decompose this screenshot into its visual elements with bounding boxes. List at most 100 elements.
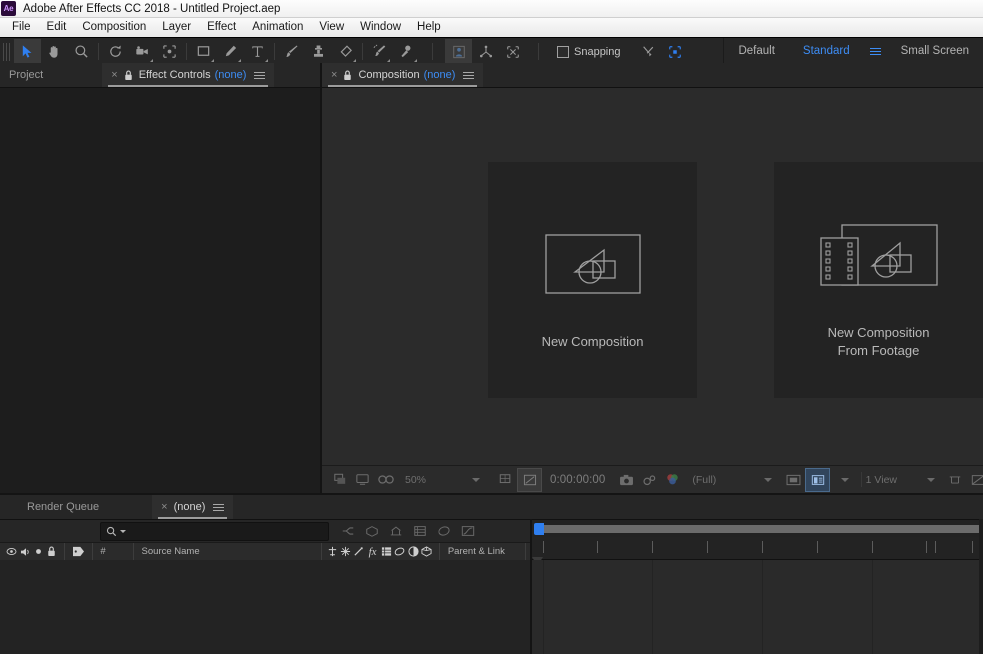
new-composition-from-footage-button[interactable]: New Composition From Footage (774, 162, 983, 398)
panel-menu-icon[interactable] (213, 504, 224, 511)
chevron-down-icon[interactable] (841, 478, 849, 482)
new-composition-button[interactable]: New Composition (488, 162, 697, 398)
shape-tool[interactable] (190, 39, 217, 64)
clone-stamp-tool[interactable] (305, 39, 332, 64)
rotation-tool[interactable] (102, 39, 129, 64)
selection-tool[interactable] (14, 39, 41, 64)
workspace-default[interactable]: Default (724, 38, 788, 65)
menu-composition[interactable]: Composition (74, 18, 154, 37)
adjustment-layer-switch-icon[interactable] (406, 546, 419, 557)
menu-layer[interactable]: Layer (154, 18, 199, 37)
menu-edit[interactable]: Edit (39, 18, 75, 37)
3d-glasses-icon[interactable] (374, 469, 397, 491)
reset-exposure-icon[interactable] (943, 469, 966, 491)
toolbar-separator (538, 43, 539, 60)
panel-menu-icon[interactable] (463, 72, 474, 79)
motion-blur-icon[interactable] (437, 525, 451, 537)
toggle-transparency-grid-icon[interactable] (782, 469, 805, 491)
collapse-transformations-icon[interactable] (339, 546, 352, 557)
tab-timeline-none[interactable]: × (none) (152, 495, 233, 519)
layers-area[interactable] (0, 560, 530, 654)
number-column-header[interactable]: # (96, 543, 128, 560)
pen-tool[interactable] (217, 39, 244, 64)
source-name-column-header[interactable]: Source Name (138, 543, 317, 560)
snapping-scope-icon[interactable] (662, 39, 689, 64)
timeline-horizontal-scrollbar[interactable] (534, 523, 983, 534)
menu-animation[interactable]: Animation (244, 18, 311, 37)
always-preview-this-view-icon[interactable] (328, 469, 351, 491)
region-of-interest-icon[interactable] (494, 469, 517, 491)
chevron-down-icon (150, 59, 153, 62)
motion-blur-switch-icon[interactable] (393, 546, 406, 557)
orbit-camera-tool[interactable] (129, 39, 156, 64)
timeline-graph-area[interactable] (532, 560, 983, 654)
brush-tool[interactable] (278, 39, 305, 64)
view-axis-mode-icon[interactable] (499, 39, 526, 64)
type-tool[interactable] (244, 39, 271, 64)
eraser-tool[interactable] (332, 39, 359, 64)
magnification-dropdown[interactable]: 50% (405, 474, 480, 486)
frame-blending-icon[interactable] (413, 525, 427, 537)
local-axis-mode-icon[interactable] (445, 39, 472, 64)
adjust-exposure-icon[interactable] (966, 469, 983, 491)
lock-switch-icon[interactable] (45, 546, 58, 557)
tab-render-queue[interactable]: Render Queue (0, 495, 108, 519)
time-ruler[interactable] (532, 537, 983, 560)
resolution-dropdown[interactable]: (Full) (692, 474, 772, 486)
menu-window[interactable]: Window (352, 18, 409, 37)
lock-icon[interactable] (124, 70, 133, 81)
hide-shy-layers-icon[interactable] (389, 525, 403, 537)
workspace-small-screen[interactable]: Small Screen (887, 38, 983, 65)
world-axis-mode-icon[interactable] (472, 39, 499, 64)
toolbar-grip[interactable] (3, 43, 12, 61)
graph-editor-icon[interactable] (461, 525, 475, 537)
solo-switch-icon[interactable] (32, 547, 45, 556)
comp-flowchart-icon[interactable] (805, 468, 830, 492)
lock-icon[interactable] (343, 70, 352, 81)
show-snapshot-icon[interactable] (638, 469, 661, 491)
panel-menu-icon[interactable] (254, 72, 265, 79)
video-switch-icon[interactable] (5, 547, 18, 556)
audio-switch-icon[interactable] (18, 547, 31, 557)
tab-effect-controls[interactable]: × Effect Controls (none) (102, 63, 274, 87)
3d-layer-switch-icon[interactable] (420, 546, 433, 557)
grid-guides-icon[interactable] (517, 468, 542, 492)
draft-3d-icon[interactable] (365, 525, 379, 537)
current-timecode[interactable]: 0:00:00:00 (550, 474, 605, 486)
menu-file[interactable]: File (4, 18, 39, 37)
hand-tool[interactable] (41, 39, 68, 64)
effects-switch-icon[interactable]: fx (365, 546, 379, 558)
tab-project[interactable]: Project (0, 63, 52, 87)
close-icon[interactable]: × (331, 70, 337, 81)
close-icon[interactable]: × (111, 70, 117, 81)
composition-mini-flowchart-icon[interactable] (341, 525, 355, 537)
views-dropdown[interactable]: 1 View (866, 474, 935, 486)
show-channel-icon[interactable] (661, 469, 684, 491)
search-box[interactable] (100, 522, 329, 541)
take-snapshot-icon[interactable] (615, 469, 638, 491)
zoom-tool[interactable] (68, 39, 95, 64)
scrollbar-thumb[interactable] (534, 523, 544, 535)
snapping-options-icon[interactable] (635, 39, 662, 64)
shy-switch-icon[interactable] (325, 546, 338, 557)
snapping-group[interactable]: Snapping (557, 46, 621, 58)
label-swatch-icon[interactable] (69, 546, 87, 557)
roto-brush-tool[interactable] (366, 39, 393, 64)
quality-switch-icon[interactable] (352, 546, 365, 557)
pan-behind-tool[interactable] (156, 39, 183, 64)
menu-effect[interactable]: Effect (199, 18, 244, 37)
frame-blend-switch-icon[interactable] (380, 546, 393, 557)
parent-link-column-header[interactable]: Parent & Link (444, 543, 521, 560)
workspace-menu-icon[interactable] (864, 48, 887, 55)
search-input[interactable] (129, 524, 313, 538)
toggle-viewer-icon[interactable] (351, 469, 374, 491)
workspace-standard[interactable]: Standard (789, 38, 864, 65)
snapping-checkbox[interactable] (557, 46, 569, 58)
menu-view[interactable]: View (311, 18, 352, 37)
close-icon[interactable]: × (161, 502, 167, 513)
scrollbar-track[interactable] (534, 525, 983, 533)
tab-composition[interactable]: × Composition (none) (322, 63, 483, 87)
timeline-panel-group: Render Queue × (none) (0, 495, 983, 654)
puppet-pin-tool[interactable] (393, 39, 420, 64)
menu-help[interactable]: Help (409, 18, 449, 37)
